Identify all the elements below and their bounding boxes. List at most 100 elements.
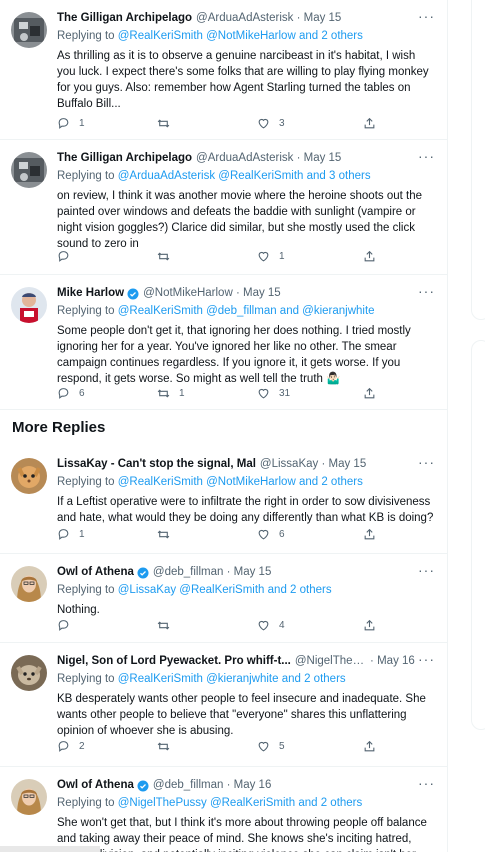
avatar[interactable] (11, 152, 47, 188)
replying-to-links[interactable]: @RealKeriSmith @NotMikeHarlow and 2 othe… (118, 476, 363, 488)
author-name[interactable]: Mike Harlow (57, 286, 124, 301)
retweet-icon (157, 742, 170, 751)
author-handle[interactable]: @deb_fillman · May 16 (153, 778, 271, 793)
author-handle[interactable]: @ArduaAdAsterisk · May 15 (196, 11, 341, 26)
timestamp[interactable]: May 15 (329, 458, 367, 470)
handle-text: @deb_fillman (152, 566, 224, 578)
share-icon (364, 117, 375, 129)
retweet-button[interactable] (157, 117, 179, 130)
more-icon[interactable]: ··· (418, 562, 435, 578)
retweet-button[interactable] (157, 528, 179, 541)
retweet-count: 1 (179, 388, 185, 399)
share-button[interactable] (363, 387, 376, 400)
avatar[interactable] (11, 12, 47, 48)
share-button[interactable] (363, 528, 376, 541)
like-button[interactable]: 4 (257, 619, 285, 632)
timestamp[interactable]: May 16 (234, 779, 272, 791)
section-divider (0, 409, 447, 410)
more-icon[interactable]: ··· (418, 283, 435, 299)
retweet-button[interactable] (157, 250, 179, 263)
more-icon[interactable]: ··· (418, 775, 435, 791)
reply-count: 2 (79, 741, 85, 752)
avatar[interactable] (11, 287, 47, 323)
reply-button[interactable]: 1 (57, 117, 85, 130)
replying-to-links[interactable]: @LissaKay @RealKeriSmith and 2 others (118, 584, 332, 596)
replying-to-links[interactable]: @RealKeriSmith @deb_fillman and @kieranj… (118, 305, 375, 317)
author-name[interactable]: Owl of Athena (57, 778, 134, 793)
timestamp[interactable]: May 15 (234, 566, 272, 578)
handle-text: @ArduaAdAsterisk (196, 12, 294, 24)
retweet-button[interactable] (157, 619, 179, 632)
like-button[interactable]: 6 (257, 528, 285, 541)
author-name[interactable]: The Gilligan Archipelago (57, 151, 192, 166)
timestamp[interactable]: May 16 (377, 655, 415, 667)
avatar[interactable] (11, 458, 47, 494)
author-name[interactable]: Nigel, Son of Lord Pyewacket. Pro whiff-… (57, 654, 291, 669)
retweet-button[interactable]: 1 (157, 387, 185, 400)
reply-button[interactable]: 2 (57, 740, 85, 753)
tweet-text: She won't get that, but I think it's mor… (57, 817, 427, 852)
verified-badge-icon (127, 288, 139, 299)
author-handle[interactable]: @deb_fillman · May 15 (153, 565, 271, 580)
author-handle[interactable]: @ArduaAdAsterisk · May 15 (196, 151, 341, 166)
more-icon[interactable]: ··· (418, 454, 435, 470)
avatar[interactable] (11, 655, 47, 691)
retweet-icon (157, 389, 170, 398)
like-count: 31 (279, 388, 291, 399)
share-button[interactable] (363, 740, 376, 753)
share-button[interactable] (363, 250, 376, 263)
more-icon[interactable]: ··· (418, 148, 435, 164)
timestamp[interactable]: May 15 (304, 12, 342, 24)
author-name[interactable]: The Gilligan Archipelago (57, 11, 192, 26)
author-handle[interactable]: @LissaKay · May 15 (260, 457, 366, 472)
share-button[interactable] (363, 117, 376, 130)
tweet[interactable]: LissaKay - Can't stop the signal, Mal @L… (0, 446, 447, 554)
replying-prefix: Replying to (57, 797, 115, 809)
more-icon[interactable]: ··· (418, 651, 435, 667)
author-name[interactable]: Owl of Athena (57, 565, 134, 580)
timestamp[interactable]: May 15 (304, 152, 342, 164)
replying-prefix: Replying to (57, 673, 115, 685)
tweet-text: As thrilling as it is to observe a genui… (57, 50, 429, 110)
replying-prefix: Replying to (57, 584, 115, 596)
more-replies-heading: More Replies (12, 419, 106, 436)
handle-text: @deb_fillman (152, 779, 224, 791)
replying-to-links[interactable]: @RealKeriSmith @kieranjwhite and 2 other… (118, 673, 346, 685)
share-button[interactable] (363, 619, 376, 632)
reply-button[interactable] (57, 250, 79, 263)
retweet-button[interactable] (157, 740, 179, 753)
like-icon (258, 118, 269, 129)
tweet[interactable]: The Gilligan Archipelago @ArduaAdAsteris… (0, 140, 447, 275)
replying-prefix: Replying to (57, 305, 115, 317)
reply-button[interactable] (57, 619, 79, 632)
like-icon (258, 388, 269, 399)
replying-to-links[interactable]: @RealKeriSmith @NotMikeHarlow and 2 othe… (118, 30, 363, 42)
like-button[interactable]: 31 (257, 387, 290, 400)
author-handle[interactable]: @NigelThePussy · May 16 (295, 654, 415, 669)
author-name[interactable]: LissaKay - Can't stop the signal, Mal (57, 457, 256, 472)
reply-button[interactable]: 6 (57, 387, 85, 400)
replying-to: Replying to @NigelThePussy @RealKeriSmit… (57, 796, 435, 811)
like-button[interactable]: 5 (257, 740, 285, 753)
replying-to-links[interactable]: @ArduaAdAsterisk @RealKeriSmith and 3 ot… (118, 170, 371, 182)
retweet-icon (157, 252, 170, 261)
like-button[interactable]: 3 (257, 117, 285, 130)
avatar[interactable] (11, 566, 47, 602)
share-icon (364, 250, 375, 262)
tweet[interactable]: Mike Harlow @NotMikeHarlow · May 15 ··· … (0, 275, 447, 409)
avatar[interactable] (11, 779, 47, 815)
like-button[interactable]: 1 (257, 250, 285, 263)
reply-button[interactable]: 1 (57, 528, 85, 541)
tweet[interactable]: The Gilligan Archipelago @ArduaAdAsteris… (0, 0, 447, 140)
more-icon[interactable]: ··· (418, 8, 435, 24)
timestamp[interactable]: May 15 (243, 287, 281, 299)
like-count: 5 (279, 741, 285, 752)
like-icon (258, 529, 269, 540)
tweet[interactable]: Owl of Athena @deb_fillman · May 16 ··· … (0, 767, 447, 852)
tweet[interactable]: Owl of Athena @deb_fillman · May 15 ··· … (0, 554, 447, 643)
tweet[interactable]: Nigel, Son of Lord Pyewacket. Pro whiff-… (0, 643, 447, 767)
replying-to-links[interactable]: @NigelThePussy @RealKeriSmith and 2 othe… (118, 797, 363, 809)
tweet-actions: 1 6 (57, 528, 377, 544)
retweet-icon (157, 621, 170, 630)
author-handle[interactable]: @NotMikeHarlow · May 15 (143, 286, 281, 301)
